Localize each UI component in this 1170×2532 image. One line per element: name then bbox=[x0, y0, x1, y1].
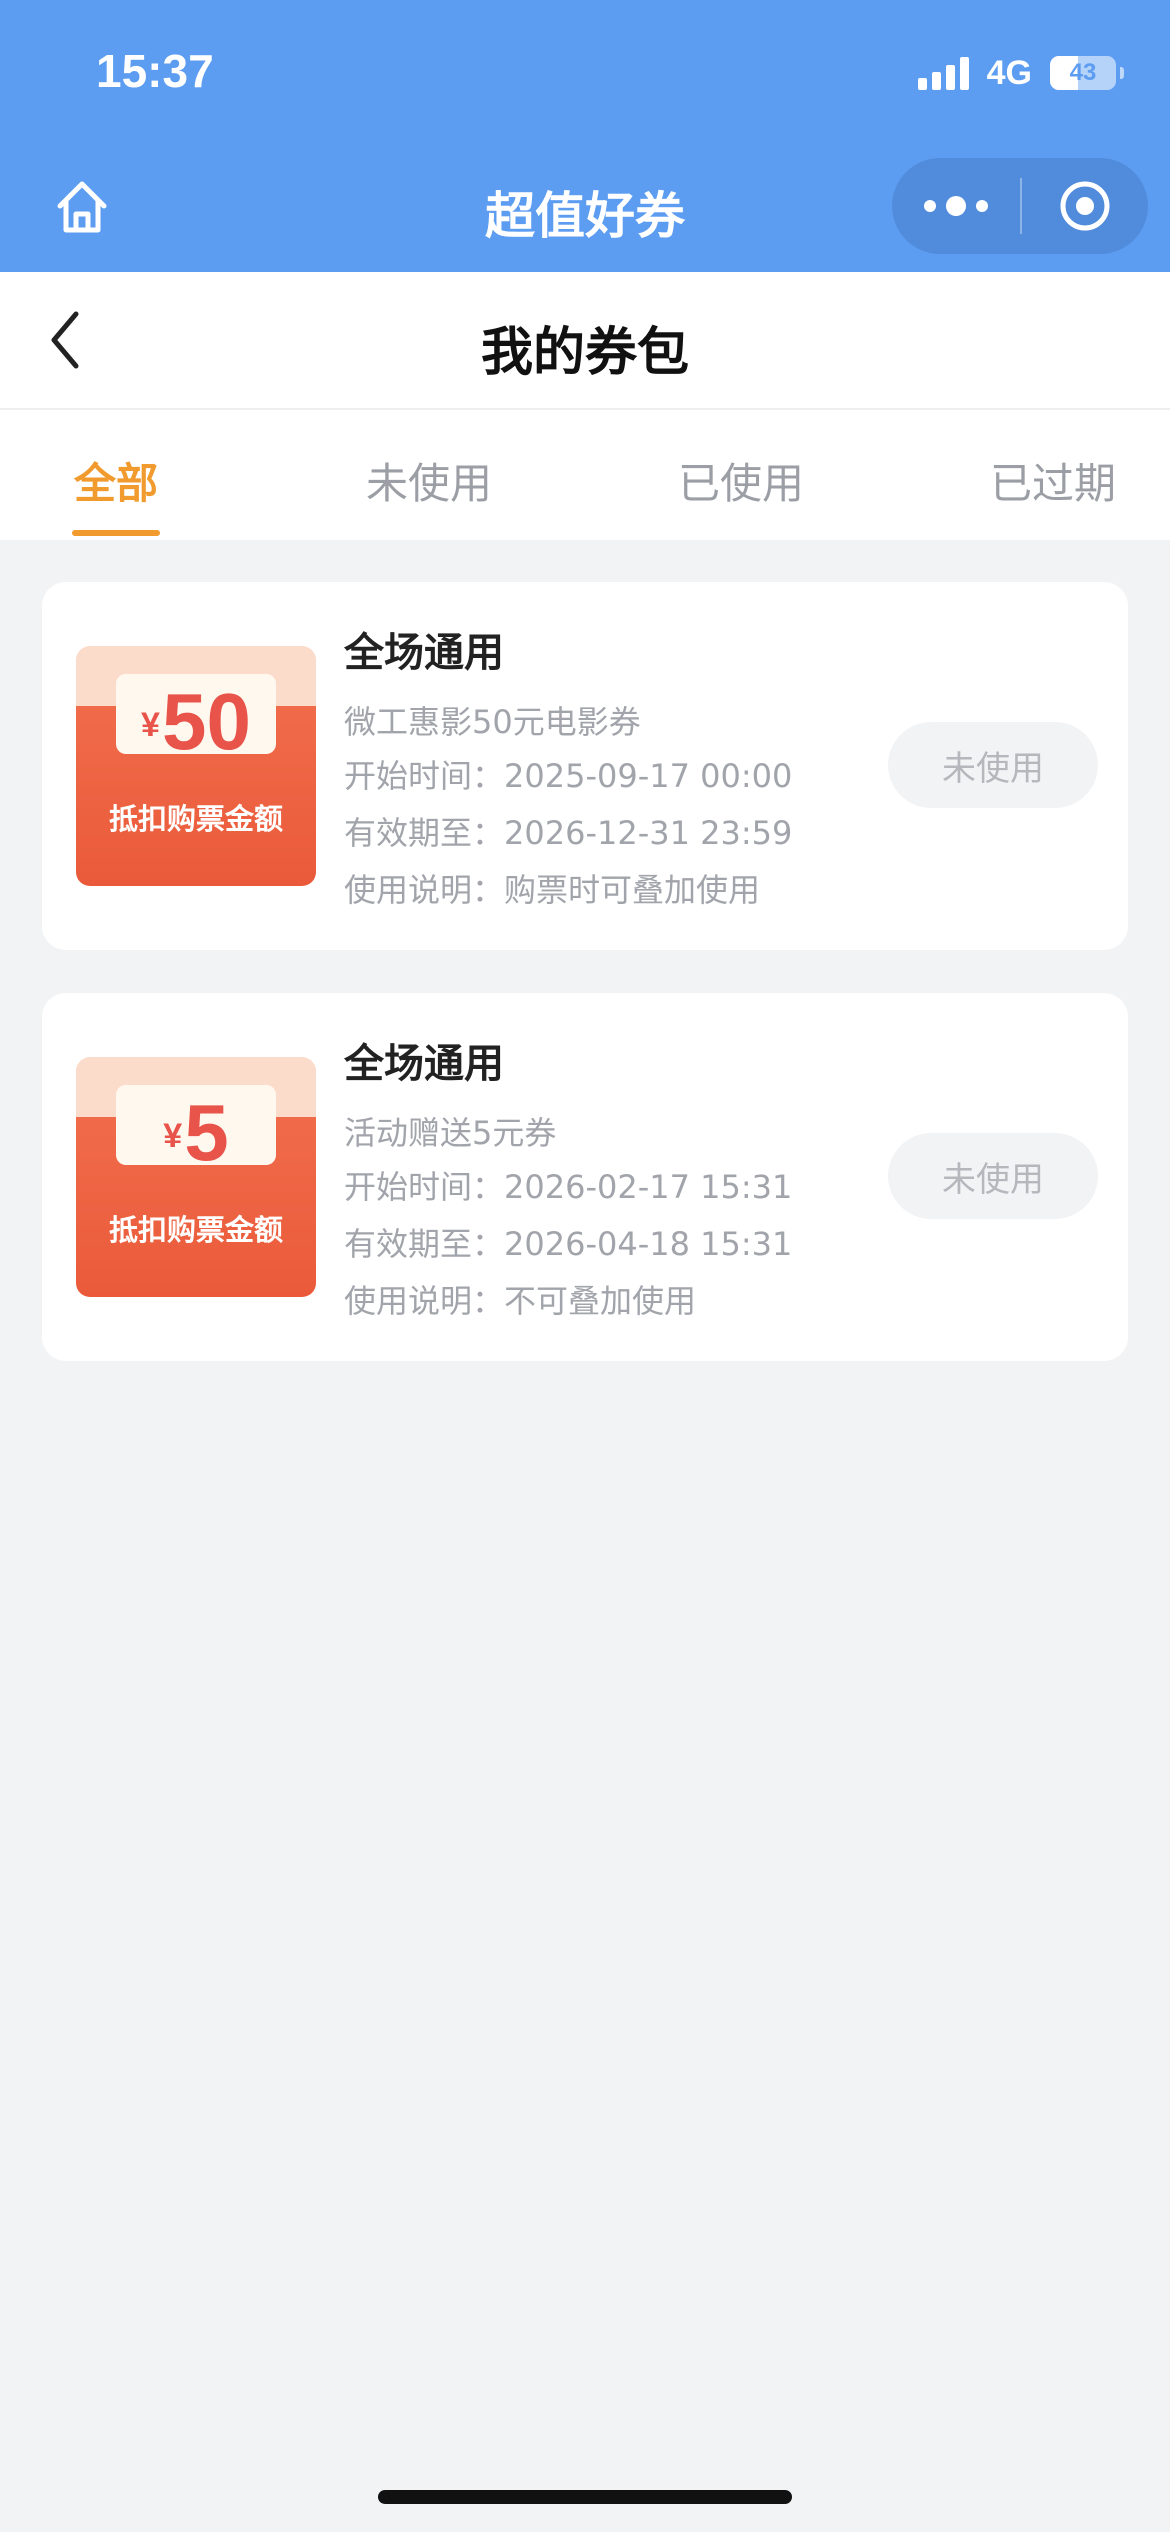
coupon-title: 全场通用 bbox=[344, 630, 504, 676]
currency-symbol: ¥ bbox=[141, 706, 160, 744]
coupon-value: 50 bbox=[161, 677, 251, 766]
more-icon[interactable] bbox=[892, 158, 1020, 254]
coupon-card[interactable]: ¥50 抵扣购票金额 全场通用 微工惠影50元电影券 开始时间：2025-09-… bbox=[42, 582, 1128, 950]
status-time: 15:37 bbox=[96, 45, 214, 97]
page-title: 我的券包 bbox=[480, 323, 689, 383]
coupon-desc: 微工惠影50元电影券 bbox=[344, 703, 641, 741]
wechat-miniapp-header: 15:37 4G 43 超值好券 bbox=[0, 0, 1170, 272]
currency-symbol: ¥ bbox=[163, 1117, 183, 1155]
coupon-info: 全场通用 活动赠送5元券 开始时间：2026-02-17 15:31 有效期至：… bbox=[344, 1031, 792, 1330]
coupon-status-button[interactable]: 未使用 bbox=[888, 722, 1098, 808]
coupon-info: 全场通用 微工惠影50元电影券 开始时间：2025-09-17 00:00 有效… bbox=[344, 620, 792, 919]
battery-level: 43 bbox=[1069, 59, 1097, 86]
active-tab-indicator bbox=[72, 530, 160, 536]
status-indicators: 4G 43 bbox=[917, 48, 1124, 98]
coupon-card[interactable]: ¥5 抵扣购票金额 全场通用 活动赠送5元券 开始时间：2026-02-17 1… bbox=[42, 993, 1128, 1361]
home-indicator[interactable] bbox=[378, 2490, 792, 2504]
coupon-start-time: 开始时间：2026-02-17 15:31 bbox=[344, 1168, 793, 1206]
coupon-tabs: 全部 未使用 已使用 已过期 bbox=[0, 410, 1170, 540]
coupon-image: ¥5 抵扣购票金额 bbox=[76, 1057, 316, 1297]
coupon-image-caption: 抵扣购票金额 bbox=[108, 802, 283, 836]
network-type: 4G bbox=[986, 53, 1032, 92]
coupon-expire-time: 有效期至：2026-12-31 23:59 bbox=[344, 814, 793, 852]
signal-icon bbox=[917, 56, 969, 90]
coupon-amount: ¥50 bbox=[76, 676, 316, 768]
tab-all[interactable]: 全部 bbox=[74, 450, 158, 511]
coupon-value: 5 bbox=[184, 1088, 229, 1177]
tab-used[interactable]: 已使用 bbox=[678, 450, 804, 511]
coupon-title: 全场通用 bbox=[344, 1041, 504, 1087]
page-nav-bar: 我的券包 bbox=[0, 272, 1170, 410]
miniapp-capsule bbox=[892, 158, 1148, 254]
coupon-expire-time: 有效期至：2026-04-18 15:31 bbox=[344, 1225, 793, 1263]
coupon-image: ¥50 抵扣购票金额 bbox=[76, 646, 316, 886]
coupon-amount: ¥5 bbox=[76, 1087, 316, 1179]
tab-unused[interactable]: 未使用 bbox=[366, 450, 492, 511]
coupon-status-button[interactable]: 未使用 bbox=[888, 1133, 1098, 1219]
coupon-usage-note: 使用说明：购票时可叠加使用 bbox=[344, 871, 761, 909]
tab-expired[interactable]: 已过期 bbox=[990, 450, 1116, 511]
coupon-usage-note: 使用说明：不可叠加使用 bbox=[344, 1282, 697, 1320]
coupon-start-time: 开始时间：2025-09-17 00:00 bbox=[344, 757, 793, 795]
close-miniapp-icon[interactable] bbox=[1022, 158, 1148, 254]
coupon-image-caption: 抵扣购票金额 bbox=[108, 1213, 283, 1247]
coupon-desc: 活动赠送5元券 bbox=[344, 1114, 557, 1152]
battery-icon: 43 bbox=[1050, 56, 1124, 90]
